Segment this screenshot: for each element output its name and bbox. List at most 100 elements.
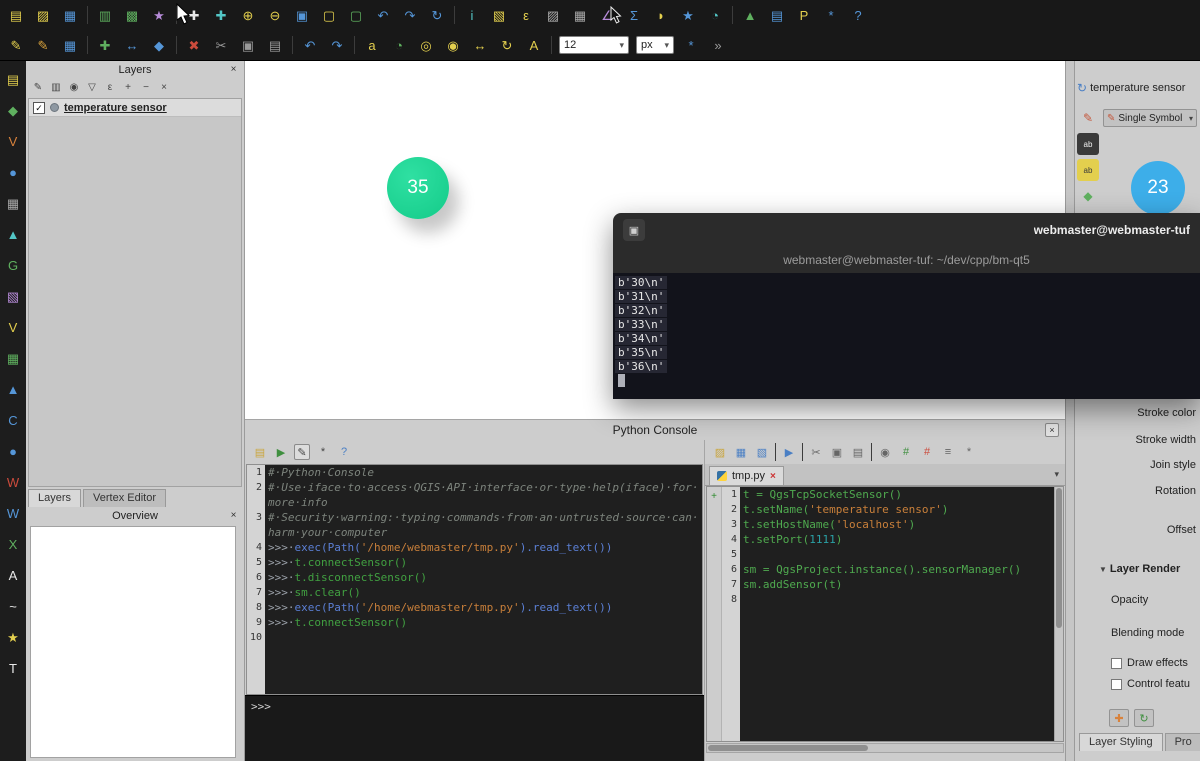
add-postgis-layer-icon[interactable]: ● [3, 441, 23, 461]
editor-horizontal-scrollbar[interactable] [706, 743, 1064, 753]
save-layer-edits-icon[interactable]: ▦ [60, 35, 80, 55]
run-script-icon[interactable]: ▶ [781, 444, 797, 460]
collapse-all-icon[interactable]: − [139, 81, 153, 95]
editor-margin-plus-icon[interactable]: + [707, 489, 721, 503]
control-feature-order-checkbox[interactable]: Control featu [1111, 678, 1190, 690]
pan-map-icon[interactable]: ✚ [184, 5, 204, 25]
line-annotation-icon[interactable]: ~ [3, 596, 23, 616]
new-spatialite-layer-icon[interactable]: ● [3, 162, 23, 182]
paste-text-icon[interactable]: ▤ [850, 444, 866, 460]
move-feature-icon[interactable]: ↔ [122, 35, 142, 55]
scrollbar-thumb[interactable] [708, 745, 868, 751]
open-script-icon[interactable]: ▨ [712, 444, 728, 460]
marker-annotation-icon[interactable]: ★ [3, 627, 23, 647]
tab-vertex-editor[interactable]: Vertex Editor [83, 489, 166, 507]
toolbar-overflow-icon[interactable]: » [708, 35, 728, 55]
show-editor-icon[interactable]: ✎ [294, 444, 310, 460]
uncomment-code-icon[interactable]: # [919, 444, 935, 460]
undo-icon[interactable]: ↶ [300, 35, 320, 55]
comment-code-icon[interactable]: # [898, 444, 914, 460]
delete-selected-icon[interactable]: ✖ [184, 35, 204, 55]
data-source-manager-icon[interactable]: ▤ [767, 5, 787, 25]
zoom-to-selection-icon[interactable]: ▢ [319, 5, 339, 25]
save-script-icon[interactable]: ▦ [733, 444, 749, 460]
layer-render-section[interactable]: ▼Layer Render [1099, 563, 1180, 575]
effects-tab-icon[interactable]: ◆ [1077, 185, 1099, 207]
run-command-icon[interactable]: ▶ [273, 444, 289, 460]
text-annotation-icon[interactable]: T [3, 658, 23, 678]
identify-features-icon[interactable]: i [462, 5, 482, 25]
filter-by-expression-icon[interactable]: ε [103, 81, 117, 95]
show-layout-manager-icon[interactable]: ▩ [122, 5, 142, 25]
editor-body[interactable]: + 1t = QgsTcpSocketSensor()2t.setName('t… [706, 486, 1064, 742]
copy-features-icon[interactable]: ▣ [238, 35, 258, 55]
project-open-icon[interactable]: ▨ [33, 5, 53, 25]
vertex-tool-icon[interactable]: ◆ [149, 35, 169, 55]
zoom-full-icon[interactable]: ▣ [292, 5, 312, 25]
save-script-as-icon[interactable]: ▧ [754, 444, 770, 460]
editor-options-icon[interactable]: * [961, 444, 977, 460]
checkbox-box[interactable] [1111, 679, 1122, 690]
map-refresh-icon[interactable]: ↻ [427, 5, 447, 25]
new-virtual-layer-icon[interactable]: ▧ [3, 286, 23, 306]
pin-unpin-labels-icon[interactable]: ◎ [416, 35, 436, 55]
temporal-controller-icon[interactable]: ◔ [705, 5, 725, 25]
pan-to-selection-icon[interactable]: ✚ [211, 5, 231, 25]
editor-vertical-scrollbar[interactable] [1054, 487, 1063, 741]
layer-visibility-checkbox[interactable]: ✓ [33, 102, 45, 114]
style-add-button[interactable]: ✚ [1109, 709, 1129, 727]
redo-icon[interactable]: ↷ [327, 35, 347, 55]
add-point-feature-icon[interactable]: ✚ [95, 35, 115, 55]
terminal-titlebar[interactable]: ▣ webmaster@webmaster-tuf [613, 213, 1200, 247]
labels-tab-icon[interactable]: ab [1077, 133, 1099, 155]
tab-layers[interactable]: Layers [28, 489, 81, 507]
label-toolbar-extra-icon[interactable]: * [681, 35, 701, 55]
add-raster-layer-icon[interactable]: ▦ [3, 348, 23, 368]
layer-diagram-options-icon[interactable]: ◔ [389, 35, 409, 55]
filter-legend-icon[interactable]: ▽ [85, 81, 99, 95]
statistical-summary-icon[interactable]: Σ [624, 5, 644, 25]
zoom-next-icon[interactable]: ↷ [400, 5, 420, 25]
new-shapefile-layer-icon[interactable]: V [3, 131, 23, 151]
highlight-pinned-labels-icon[interactable]: ◉ [443, 35, 463, 55]
open-attribute-table-icon[interactable]: ▦ [570, 5, 590, 25]
new-temporary-scratch-layer-icon[interactable]: ▦ [3, 193, 23, 213]
new-mesh-layer-icon[interactable]: ▲ [3, 224, 23, 244]
renderer-select[interactable]: ✎ Single Symbol ▾ [1103, 109, 1197, 127]
deselect-features-icon[interactable]: ▨ [543, 5, 563, 25]
open-data-source-manager-icon[interactable]: ▤ [3, 69, 23, 89]
checkbox-box[interactable] [1111, 658, 1122, 669]
font-unit-combo[interactable]: px ▾ [636, 36, 674, 54]
terminal-window-icon[interactable]: ▣ [623, 219, 645, 241]
add-group-icon[interactable]: ▥ [49, 81, 63, 95]
cut-text-icon[interactable]: ✂ [808, 444, 824, 460]
select-by-expression-icon[interactable]: ε [516, 5, 536, 25]
zoom-out-icon[interactable]: ⊖ [265, 5, 285, 25]
manage-map-themes-icon[interactable]: ◉ [67, 81, 81, 95]
copy-text-icon[interactable]: ▣ [829, 444, 845, 460]
layer-labeling-options-icon[interactable]: a [362, 35, 382, 55]
scrollbar-thumb[interactable] [1056, 488, 1062, 628]
project-new-icon[interactable]: ▤ [6, 5, 26, 25]
dock-splitter[interactable] [1065, 61, 1075, 761]
new-spatial-bookmark-icon[interactable]: ★ [678, 5, 698, 25]
processing-toolbox-icon[interactable]: * [821, 5, 841, 25]
tab-layer-styling[interactable]: Layer Styling [1079, 733, 1163, 751]
object-inspector-icon[interactable]: ≡ [940, 444, 956, 460]
overview-panel-close-button[interactable]: × [227, 509, 240, 522]
add-delimited-text-layer-icon[interactable]: C [3, 410, 23, 430]
cut-features-icon[interactable]: ✂ [211, 35, 231, 55]
change-label-properties-icon[interactable]: A [524, 35, 544, 55]
new-gpx-layer-icon[interactable]: G [3, 255, 23, 275]
find-text-icon[interactable]: ◉ [877, 444, 893, 460]
live-update-icon[interactable]: ↻ [1077, 81, 1087, 95]
modify-annotations-icon[interactable]: A [3, 565, 23, 585]
python-console-close-button[interactable]: × [1045, 423, 1059, 437]
toggle-editing-icon[interactable]: ✎ [33, 35, 53, 55]
font-size-combo[interactable]: 12 ▾ [559, 36, 629, 54]
zoom-to-layer-icon[interactable]: ▢ [346, 5, 366, 25]
style-refresh-button[interactable]: ↻ [1134, 709, 1154, 727]
paste-features-icon[interactable]: ▤ [265, 35, 285, 55]
help-contents-icon[interactable]: ? [848, 5, 868, 25]
tab-tmp-py[interactable]: tmp.py × [709, 466, 784, 485]
